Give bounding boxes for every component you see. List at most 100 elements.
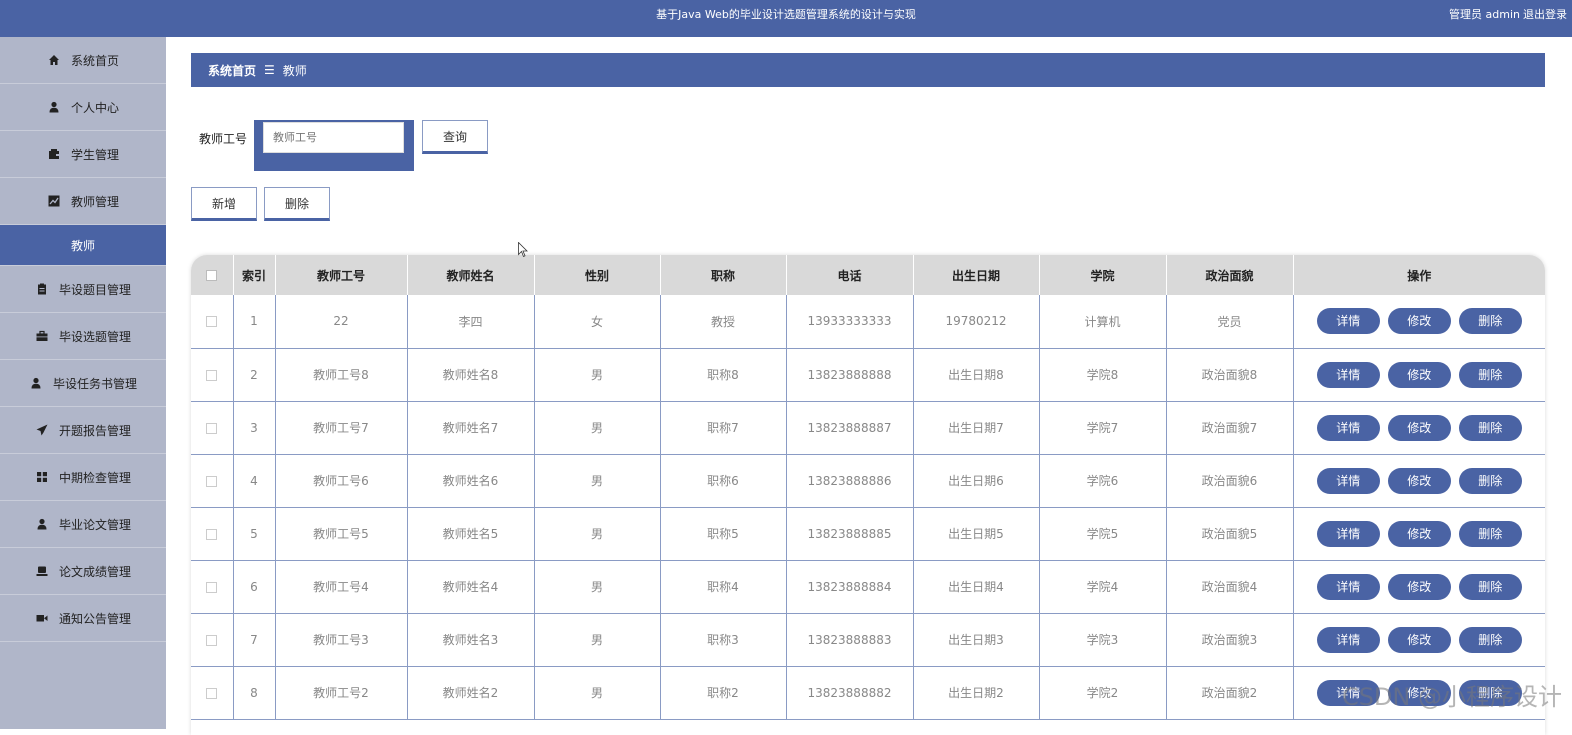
edit-button[interactable]: 修改	[1387, 361, 1451, 388]
detail-button[interactable]: 详情	[1316, 573, 1380, 600]
grid-icon	[35, 470, 49, 484]
sidebar-item-home[interactable]: 系统首页	[0, 37, 166, 84]
table-cell: 出生日期2	[913, 666, 1040, 720]
table-cell: 5	[233, 507, 276, 561]
sidebar-item-proposal[interactable]: 开题报告管理	[0, 407, 166, 454]
table-cell: 政治面貌3	[1166, 613, 1294, 667]
column-header: 出生日期	[913, 255, 1040, 295]
edit-button[interactable]: 修改	[1387, 414, 1451, 441]
row-delete-button[interactable]: 删除	[1458, 467, 1522, 494]
row-delete-button[interactable]: 删除	[1458, 308, 1522, 335]
sidebar-item-profile[interactable]: 个人中心	[0, 84, 166, 131]
edit-button[interactable]: 修改	[1387, 626, 1451, 653]
wallet-icon	[47, 147, 61, 161]
detail-button[interactable]: 详情	[1316, 520, 1380, 547]
search-button[interactable]: 查询	[422, 120, 488, 154]
table-cell: 李四	[407, 295, 535, 349]
sidebar-item-grades[interactable]: 论文成绩管理	[0, 548, 166, 595]
detail-button[interactable]: 详情	[1316, 308, 1380, 335]
table-row: 7 教师工号3 教师姓名3 男职称3 13823888883 出生日期3 学院3 政治面貌3 详…	[191, 613, 1545, 667]
detail-button[interactable]: 详情	[1316, 414, 1380, 441]
edit-button[interactable]: 修改	[1387, 308, 1451, 335]
column-header: 职称	[660, 255, 787, 295]
sidebar-item-teacher-mgmt[interactable]: 教师管理	[0, 178, 166, 225]
user-tie-icon	[29, 376, 43, 390]
row-checkbox[interactable]	[191, 507, 234, 561]
table-cell: 学院4	[1039, 560, 1167, 614]
row-checkbox[interactable]	[191, 666, 234, 720]
column-header: 政治面貌	[1166, 255, 1294, 295]
table-cell: 教师姓名4	[407, 560, 535, 614]
teacher-table: 索引 教师工号 教师姓名 性别 职称 电话 出生日期 学院 政治面貌 操作 12…	[191, 255, 1545, 735]
table-cell: 教师工号6	[275, 454, 408, 508]
row-checkbox[interactable]	[191, 454, 234, 508]
edit-button[interactable]: 修改	[1387, 467, 1451, 494]
table-cell: 学院6	[1039, 454, 1167, 508]
table-row: 3 教师工号7 教师姓名7 男职称7 13823888887 出生日期7 学院7 政治面貌7 详…	[191, 401, 1545, 455]
breadcrumb-home[interactable]: 系统首页	[208, 62, 256, 79]
home-icon	[47, 53, 61, 67]
table-header-row: 索引 教师工号 教师姓名 性别 职称 电话 出生日期 学院 政治面貌 操作	[191, 255, 1545, 295]
table-cell: 19780212	[913, 295, 1040, 349]
row-checkbox[interactable]	[191, 348, 234, 402]
edit-button[interactable]: 修改	[1387, 573, 1451, 600]
row-delete-button[interactable]: 删除	[1458, 520, 1522, 547]
table-row: 5 教师工号5 教师姓名5 男职称5 13823888885 出生日期5 学院5 政治面貌5 详…	[191, 507, 1545, 561]
sidebar-item-topic-selection[interactable]: 毕设选题管理	[0, 313, 166, 360]
sidebar-item-students[interactable]: 学生管理	[0, 131, 166, 178]
detail-button[interactable]: 详情	[1316, 626, 1380, 653]
current-user: 管理员 admin	[1449, 8, 1520, 21]
table-cell: 6	[233, 560, 276, 614]
sidebar-item-midterm[interactable]: 中期检查管理	[0, 454, 166, 501]
user-icon	[35, 517, 49, 531]
sidebar-item-topics[interactable]: 毕设题目管理	[0, 266, 166, 313]
row-checkbox[interactable]	[191, 613, 234, 667]
row-delete-button[interactable]: 删除	[1458, 573, 1522, 600]
table-cell: 学院3	[1039, 613, 1167, 667]
row-actions: 详情 修改 删除	[1293, 507, 1545, 561]
row-actions: 详情 修改 删除	[1293, 295, 1545, 349]
row-delete-button[interactable]: 删除	[1458, 414, 1522, 441]
table-cell: 13823888884	[786, 560, 914, 614]
table-cell: 学院5	[1039, 507, 1167, 561]
breadcrumb-current: 教师	[282, 63, 307, 78]
table-cell: 职称7	[660, 401, 787, 455]
sidebar-item-thesis[interactable]: 毕业论文管理	[0, 501, 166, 548]
detail-button[interactable]: 详情	[1316, 467, 1380, 494]
table-cell: 教师工号8	[275, 348, 408, 402]
sidebar-item-teacher[interactable]: 教师	[0, 225, 166, 266]
delete-button[interactable]: 删除	[264, 187, 330, 221]
detail-button[interactable]: 详情	[1316, 361, 1380, 388]
table-cell: 出生日期7	[913, 401, 1040, 455]
edit-button[interactable]: 修改	[1387, 520, 1451, 547]
sidebar-item-task-book[interactable]: 毕设任务书管理	[0, 360, 166, 407]
table-cell: 政治面貌7	[1166, 401, 1294, 455]
table-cell: 13823888883	[786, 613, 914, 667]
add-button[interactable]: 新增	[191, 187, 257, 221]
search-input[interactable]	[263, 122, 404, 153]
row-checkbox[interactable]	[191, 295, 234, 349]
logout-link[interactable]: 退出登录	[1523, 6, 1567, 22]
row-checkbox[interactable]	[191, 401, 234, 455]
row-checkbox[interactable]	[191, 560, 234, 614]
column-header: 教师工号	[275, 255, 408, 295]
select-all-checkbox[interactable]	[191, 255, 234, 295]
table-cell: 职称3	[660, 613, 787, 667]
sidebar-item-notices[interactable]: 通知公告管理	[0, 595, 166, 642]
table-cell: 出生日期3	[913, 613, 1040, 667]
table-cell: 计算机	[1039, 295, 1167, 349]
table-cell: 政治面貌6	[1166, 454, 1294, 508]
sidebar-item-label: 系统首页	[70, 53, 119, 68]
search-label: 教师工号	[199, 132, 248, 146]
table-row: 4 教师工号6 教师姓名6 男职称6 13823888886 出生日期6 学院6 政治面貌6 详…	[191, 454, 1545, 508]
table-cell: 学院7	[1039, 401, 1167, 455]
row-delete-button[interactable]: 删除	[1458, 361, 1522, 388]
table-cell: 男	[534, 613, 661, 667]
table-cell: 教师姓名6	[407, 454, 535, 508]
user-icon	[47, 100, 61, 114]
video-icon	[35, 611, 49, 625]
row-delete-button[interactable]: 删除	[1458, 626, 1522, 653]
table-cell: 男	[534, 454, 661, 508]
table-cell: 教师工号3	[275, 613, 408, 667]
sidebar-item-label: 论文成绩管理	[58, 564, 131, 579]
